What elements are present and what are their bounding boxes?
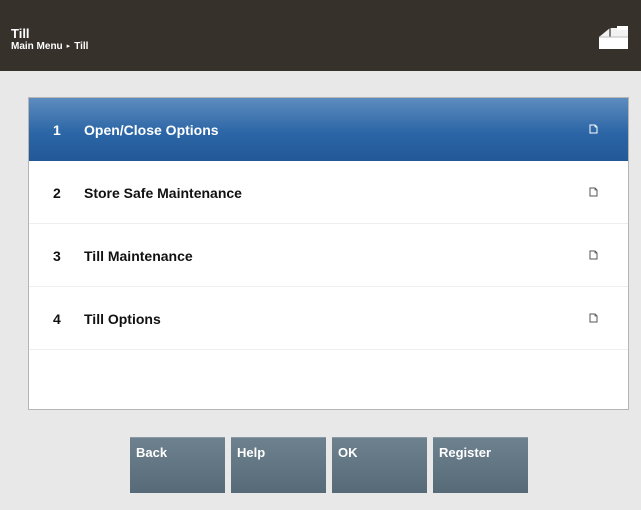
back-button[interactable]: Back xyxy=(130,437,225,493)
menu-item-open-close-options[interactable]: 1 Open/Close Options xyxy=(29,98,628,161)
app-header: Till Main Menu ▸ Till xyxy=(0,0,641,71)
menu-item-number: 2 xyxy=(53,185,61,201)
document-icon xyxy=(589,187,598,197)
menu-item-till-options[interactable]: 4 Till Options xyxy=(29,287,628,350)
help-button-label: Help xyxy=(237,445,266,460)
menu-item-label: Till Maintenance xyxy=(84,248,193,264)
menu-item-store-safe-maintenance[interactable]: 2 Store Safe Maintenance xyxy=(29,161,628,224)
cash-drawer-icon xyxy=(599,26,628,49)
menu-item-till-maintenance[interactable]: 3 Till Maintenance xyxy=(29,224,628,287)
breadcrumb-item-main-menu[interactable]: Main Menu xyxy=(11,41,63,52)
breadcrumb-item-till: Till xyxy=(74,41,89,52)
document-icon xyxy=(589,250,598,260)
document-icon xyxy=(589,313,598,323)
menu-item-label: Open/Close Options xyxy=(84,122,219,138)
menu-item-number: 4 xyxy=(53,311,61,327)
breadcrumb-separator-icon: ▸ xyxy=(66,43,71,50)
help-button[interactable]: Help xyxy=(231,437,326,493)
ok-button[interactable]: OK xyxy=(332,437,427,493)
menu-item-label: Till Options xyxy=(84,311,161,327)
till-screen: Till Main Menu ▸ Till 1 Open/Close Options… xyxy=(0,0,641,510)
register-button[interactable]: Register xyxy=(433,437,528,493)
menu-item-number: 1 xyxy=(53,122,61,138)
breadcrumb: Main Menu ▸ Till xyxy=(11,41,88,53)
document-icon xyxy=(589,124,598,134)
menu-item-number: 3 xyxy=(53,248,61,264)
menu-list: 1 Open/Close Options 2 Store Safe Mainte… xyxy=(28,97,629,410)
page-title: Till xyxy=(11,26,30,41)
register-button-label: Register xyxy=(439,445,492,460)
back-button-label: Back xyxy=(136,445,168,460)
menu-item-label: Store Safe Maintenance xyxy=(84,185,242,201)
ok-button-label: OK xyxy=(338,445,358,460)
